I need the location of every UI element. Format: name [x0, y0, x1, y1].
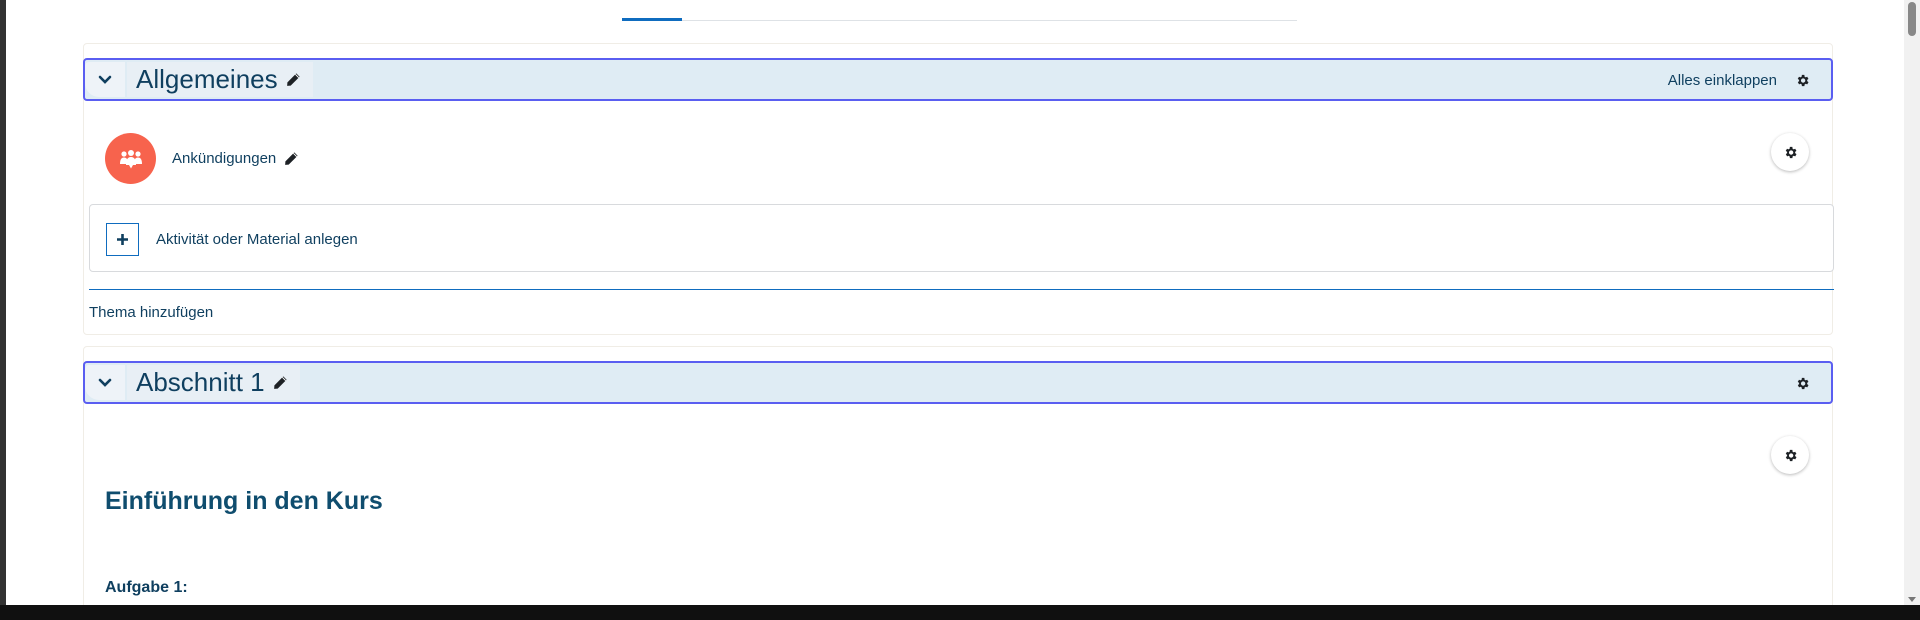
section-title-box: Abschnitt 1 — [127, 365, 300, 400]
section-settings-button[interactable] — [1785, 366, 1819, 400]
plus-icon — [106, 223, 139, 256]
collapse-all-link[interactable]: Alles einklappen — [1668, 72, 1777, 89]
forum-icon — [119, 149, 142, 168]
gear-icon — [1797, 377, 1808, 389]
edit-title-button[interactable] — [273, 375, 288, 390]
section-summary-heading: Einführung in den Kurs — [105, 487, 383, 515]
activity-icon[interactable] — [105, 133, 156, 184]
page-scrollbar[interactable] — [1904, 0, 1920, 605]
gear-icon — [1785, 449, 1796, 461]
chevron-down-icon — [98, 378, 112, 387]
scroll-down-arrow-icon[interactable] — [1908, 597, 1916, 602]
section-1-header: Abschnitt 1 — [83, 361, 1833, 404]
section-title-box: Allgemeines — [127, 62, 313, 97]
pencil-icon — [286, 73, 300, 86]
activity-name-link[interactable]: Ankündigungen — [172, 150, 276, 167]
task-label: Aufgabe 1: — [105, 579, 188, 596]
scrollbar-thumb[interactable] — [1908, 2, 1916, 36]
tabs-underline — [622, 20, 1297, 21]
add-activity-button[interactable]: Aktivität oder Material anlegen — [89, 204, 1834, 272]
pencil-icon — [285, 152, 298, 165]
gear-icon — [1785, 146, 1796, 158]
pencil-icon — [273, 376, 287, 389]
course-page: Allgemeines Alles einklappen Ankündigung… — [6, 0, 1904, 605]
activity-item: Ankündigungen — [172, 150, 299, 167]
section-collapse-button[interactable] — [85, 62, 125, 97]
section-settings-button[interactable] — [1785, 63, 1819, 97]
edit-title-button[interactable] — [286, 72, 301, 87]
section-collapse-button[interactable] — [85, 365, 125, 400]
active-tab-indicator — [622, 18, 682, 21]
add-topic-divider — [89, 289, 1834, 290]
chevron-down-icon — [98, 75, 112, 84]
section-general-header: Allgemeines Alles einklappen — [83, 58, 1833, 101]
section-title[interactable]: Allgemeines — [136, 64, 278, 95]
window-bottom-edge — [0, 605, 1920, 620]
gear-icon — [1797, 74, 1808, 86]
add-activity-label: Aktivität oder Material anlegen — [156, 231, 358, 248]
activity-settings-button[interactable] — [1771, 133, 1809, 171]
edit-activity-name-button[interactable] — [284, 151, 299, 166]
section-title[interactable]: Abschnitt 1 — [136, 367, 265, 398]
summary-settings-button[interactable] — [1771, 436, 1809, 474]
add-topic-link[interactable]: Thema hinzufügen — [89, 304, 213, 321]
